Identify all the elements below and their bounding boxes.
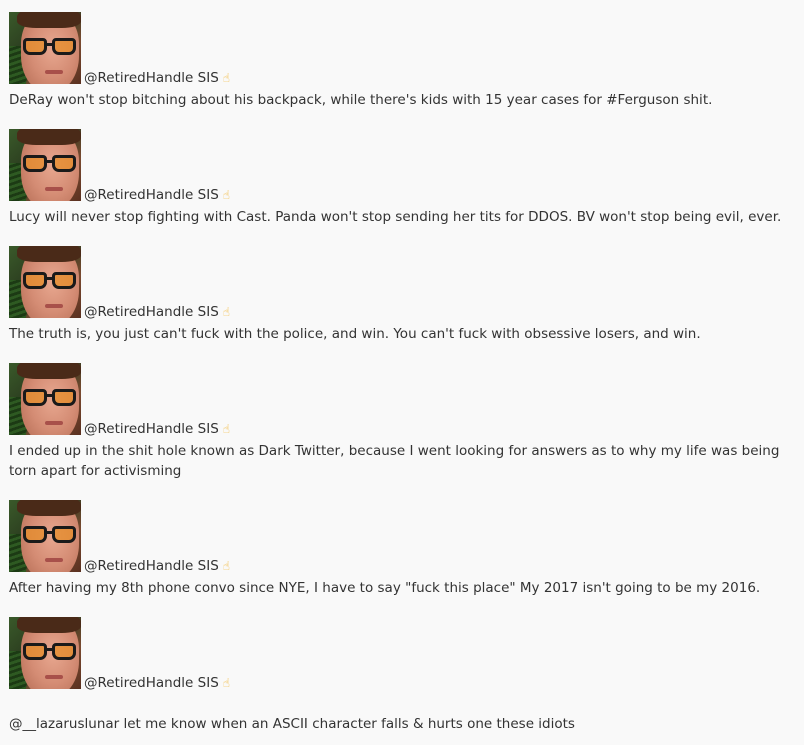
tweet-item: @RetiredHandle SIS ☝ I ended up in the s…	[9, 363, 794, 481]
pointing-finger-icon: ☝	[222, 305, 231, 319]
tweet-feed: @RetiredHandle SIS ☝ DeRay won't stop bi…	[0, 0, 804, 745]
pointing-finger-icon: ☝	[222, 559, 231, 573]
tweet-header: @RetiredHandle SIS ☝	[9, 617, 794, 691]
tweet-text: @__lazaruslunar let me know when an ASCI…	[9, 716, 575, 732]
user-handle[interactable]: @RetiredHandle SIS	[84, 187, 219, 203]
tweet-text: After having my 8th phone convo since NY…	[9, 580, 761, 596]
pointing-finger-icon: ☝	[222, 71, 231, 85]
tweet-item: @RetiredHandle SIS ☝ DeRay won't stop bi…	[9, 12, 794, 110]
avatar[interactable]	[9, 363, 81, 435]
avatar[interactable]	[9, 617, 81, 689]
tweet-text: DeRay won't stop bitching about his back…	[9, 92, 713, 108]
user-handle[interactable]: @RetiredHandle SIS	[84, 70, 219, 86]
tweet-text: Lucy will never stop fighting with Cast.…	[9, 209, 782, 225]
tweet-item: @RetiredHandle SIS ☝ After having my 8th…	[9, 500, 794, 598]
tweet-item: @RetiredHandle SIS ☝ @__lazaruslunar let…	[9, 617, 794, 734]
tweet-item: @RetiredHandle SIS ☝ The truth is, you j…	[9, 246, 794, 344]
avatar[interactable]	[9, 129, 81, 201]
pointing-finger-icon: ☝	[222, 676, 231, 690]
user-handle[interactable]: @RetiredHandle SIS	[84, 558, 219, 574]
tweet-header: @RetiredHandle SIS ☝	[9, 363, 794, 437]
pointing-finger-icon: ☝	[222, 422, 231, 436]
tweet-header: @RetiredHandle SIS ☝	[9, 129, 794, 203]
tweet-item: @RetiredHandle SIS ☝ Lucy will never sto…	[9, 129, 794, 227]
pointing-finger-icon: ☝	[222, 188, 231, 202]
user-handle[interactable]: @RetiredHandle SIS	[84, 304, 219, 320]
user-handle[interactable]: @RetiredHandle SIS	[84, 421, 219, 437]
tweet-header: @RetiredHandle SIS ☝	[9, 12, 794, 86]
tweet-text: The truth is, you just can't fuck with t…	[9, 326, 701, 342]
avatar[interactable]	[9, 246, 81, 318]
user-handle[interactable]: @RetiredHandle SIS	[84, 675, 219, 691]
tweet-header: @RetiredHandle SIS ☝	[9, 500, 794, 574]
tweet-text: I ended up in the shit hole known as Dar…	[9, 443, 780, 479]
avatar[interactable]	[9, 12, 81, 84]
avatar[interactable]	[9, 500, 81, 572]
tweet-header: @RetiredHandle SIS ☝	[9, 246, 794, 320]
